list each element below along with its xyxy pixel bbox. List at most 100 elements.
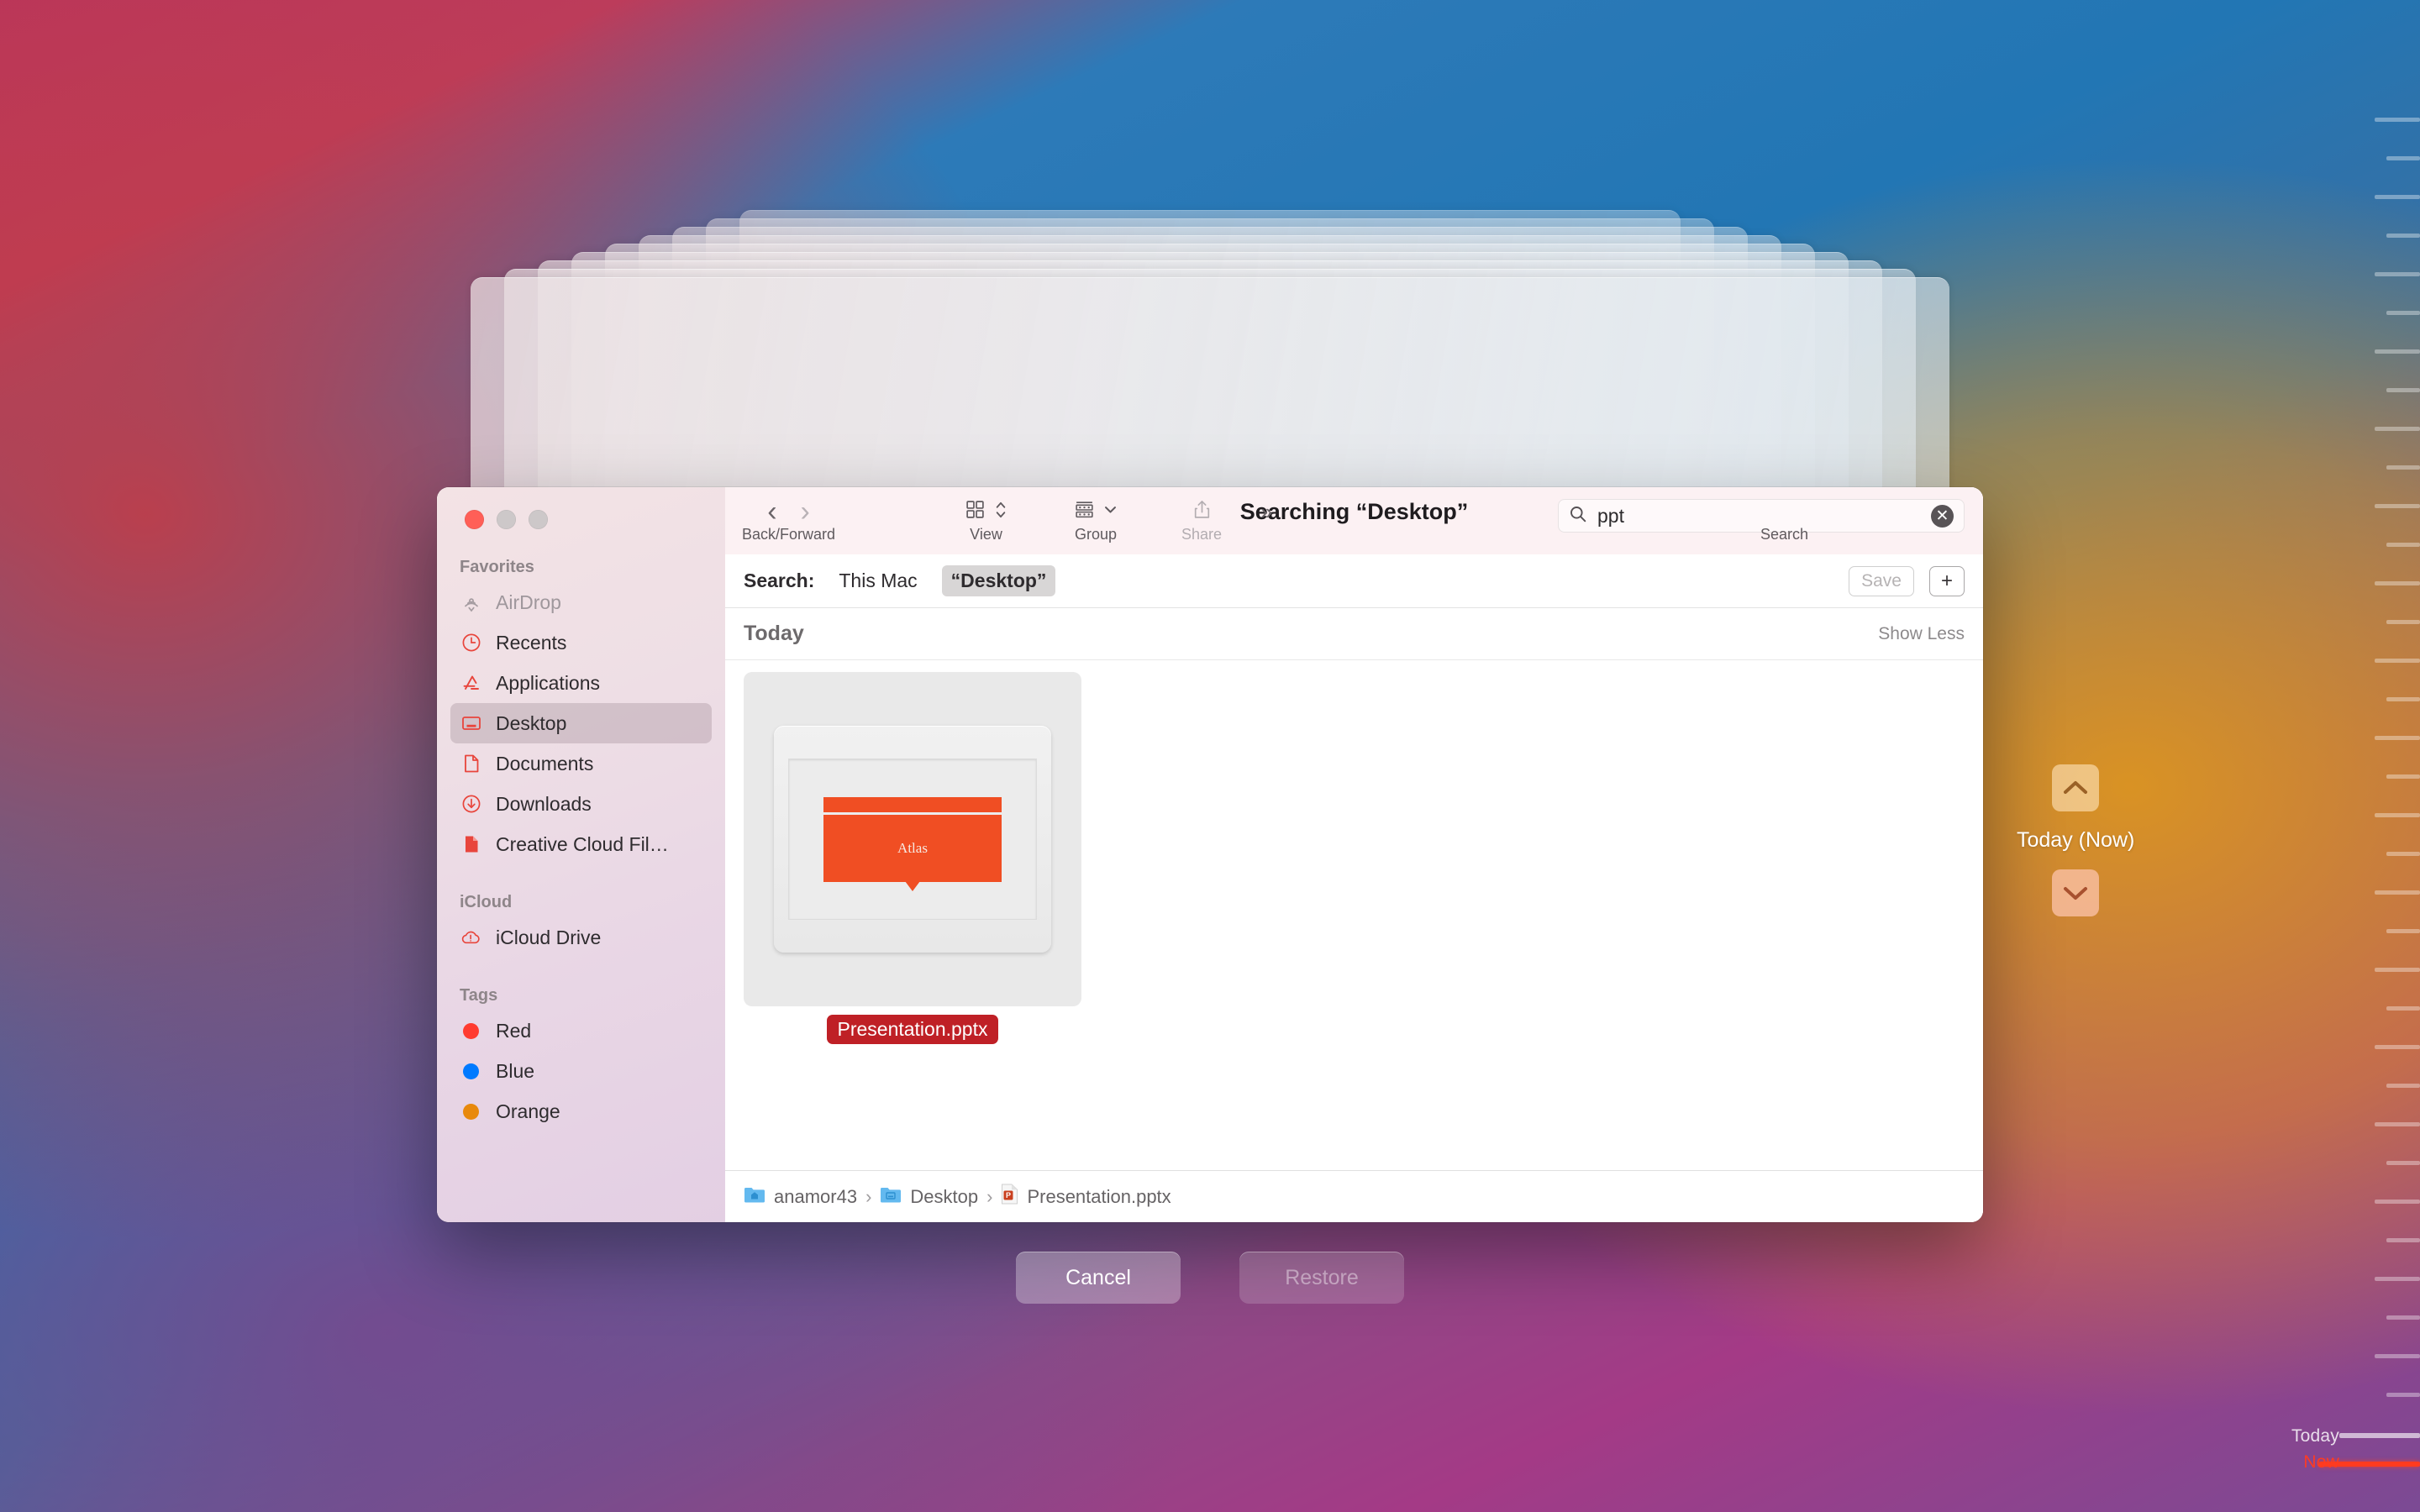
- scope-option-this-mac[interactable]: This Mac: [829, 565, 926, 596]
- search-icon: [1569, 505, 1587, 528]
- scope-option-desktop[interactable]: “Desktop”: [941, 565, 1056, 596]
- timeline-tick[interactable]: [2386, 465, 2420, 470]
- breadcrumb-desktop[interactable]: Desktop: [880, 1185, 978, 1209]
- timeline-tick[interactable]: [2386, 1393, 2420, 1397]
- timeline-tick[interactable]: [2386, 1006, 2420, 1011]
- tag-dot-icon: [460, 1100, 482, 1123]
- timeline-tick[interactable]: [2375, 427, 2420, 431]
- search-input[interactable]: ppt: [1597, 505, 1921, 528]
- timeline-tick[interactable]: [2375, 1045, 2420, 1049]
- timeline-today-tick[interactable]: [2339, 1433, 2420, 1438]
- clear-search-icon[interactable]: ✕: [1931, 504, 1954, 528]
- view-group[interactable]: View: [965, 495, 1007, 543]
- timeline-today-label: Today: [2291, 1426, 2339, 1446]
- timeline-tick[interactable]: [2386, 388, 2420, 392]
- timeline-tick[interactable]: [2375, 736, 2420, 740]
- file-thumbnail[interactable]: Atlas: [744, 672, 1081, 1006]
- sidebar-item-label: iCloud Drive: [496, 926, 602, 948]
- breadcrumb-file[interactable]: P Presentation.pptx: [1001, 1184, 1171, 1210]
- timeline-tick[interactable]: [2375, 968, 2420, 972]
- timeline-tick[interactable]: [2375, 581, 2420, 585]
- window-controls[interactable]: [437, 499, 725, 529]
- finder-window: Favorites AirDrop Recents Applications Deskt…: [437, 487, 1983, 1222]
- restore-button[interactable]: Restore: [1239, 1252, 1404, 1304]
- pptx-slide-graphic: Atlas: [823, 796, 1002, 891]
- clock-icon: [460, 632, 482, 654]
- timeline-tick[interactable]: [2386, 852, 2420, 856]
- sidebar-item-label: Desktop: [496, 711, 567, 734]
- timeline-tick[interactable]: [2375, 813, 2420, 817]
- minimize-button[interactable]: [497, 510, 516, 529]
- file-grid: Atlas Presentation.pptx: [725, 660, 1983, 1170]
- timeline-tick[interactable]: [2386, 929, 2420, 933]
- airdrop-icon: [460, 591, 482, 614]
- timeline-tick[interactable]: [2375, 504, 2420, 508]
- sidebar-item-icloud-drive[interactable]: iCloud Drive: [450, 917, 712, 958]
- share-icon: [1192, 499, 1213, 524]
- group-group[interactable]: Group: [1074, 495, 1118, 543]
- file-item[interactable]: Atlas Presentation.pptx: [744, 672, 1081, 1044]
- restore-actions: Cancel Restore: [0, 1252, 2420, 1304]
- timeline-tick[interactable]: [2375, 1200, 2420, 1204]
- sidebar-item-documents[interactable]: Documents: [450, 743, 712, 784]
- sidebar-item-downloads[interactable]: Downloads: [450, 784, 712, 824]
- document-icon: [460, 753, 482, 775]
- timeline-tick[interactable]: [2386, 156, 2420, 160]
- sidebar-item-label: Orange: [496, 1100, 560, 1122]
- sidebar-item-creative-cloud-fil[interactable]: Creative Cloud Fil…: [450, 824, 712, 864]
- more-chevrons-icon[interactable]: »: [1260, 499, 1272, 525]
- timeline-tick[interactable]: [2386, 1315, 2420, 1320]
- close-button[interactable]: [465, 510, 484, 529]
- timeline-tick[interactable]: [2375, 349, 2420, 354]
- maximize-button[interactable]: [529, 510, 548, 529]
- breadcrumb-home[interactable]: anamor43: [744, 1185, 857, 1209]
- sidebar-section-title: Tags: [460, 986, 498, 1005]
- chevron-down-icon[interactable]: [2052, 869, 2100, 916]
- forward-button[interactable]: ›: [793, 497, 818, 526]
- timeline-tick[interactable]: [2386, 620, 2420, 624]
- sidebar-item-desktop[interactable]: Desktop: [450, 703, 712, 743]
- search-scope-bar: Search: This Mac “Desktop” Save +: [725, 554, 1983, 608]
- timeline-tick[interactable]: [2386, 1084, 2420, 1088]
- sidebar-section-title: iCloud: [460, 893, 513, 911]
- timeline-tick[interactable]: [2375, 659, 2420, 663]
- sidebar-item-orange[interactable]: Orange: [450, 1091, 712, 1131]
- toolbar: ‹ › Back/Forward Searching “Desktop” Vie…: [725, 487, 1983, 554]
- show-less-button[interactable]: Show Less: [1878, 624, 1965, 644]
- file-name-label[interactable]: Presentation.pptx: [827, 1015, 998, 1044]
- timeline-tick[interactable]: [2386, 311, 2420, 315]
- sidebar-item-label: Creative Cloud Fil…: [496, 832, 669, 855]
- add-filter-button[interactable]: +: [1928, 565, 1965, 596]
- timeline-tick[interactable]: [2375, 118, 2420, 122]
- timeline-tick[interactable]: [2386, 697, 2420, 701]
- sidebar-item-airdrop[interactable]: AirDrop: [450, 582, 712, 622]
- timeline-tick[interactable]: [2386, 1238, 2420, 1242]
- timeline-tick[interactable]: [2375, 195, 2420, 199]
- grid-view-icon[interactable]: [965, 499, 986, 524]
- timeline-tick[interactable]: [2386, 234, 2420, 238]
- cancel-button[interactable]: Cancel: [1016, 1252, 1181, 1304]
- pptx-preview-canvas: Atlas: [788, 759, 1037, 920]
- search-caption: Search: [1760, 526, 1808, 543]
- sort-updown-icon[interactable]: [994, 499, 1007, 525]
- more-toolbar-group[interactable]: »: [1260, 495, 1272, 528]
- sidebar-item-red[interactable]: Red: [450, 1011, 712, 1051]
- timeline-tick[interactable]: [2386, 774, 2420, 779]
- chevron-up-icon[interactable]: [2052, 764, 2100, 811]
- timeline-tick[interactable]: [2375, 1354, 2420, 1358]
- save-search-button[interactable]: Save: [1849, 565, 1914, 596]
- timeline-tick[interactable]: [2375, 1122, 2420, 1126]
- sidebar-item-applications[interactable]: Applications: [450, 663, 712, 703]
- group-by-icon[interactable]: [1074, 499, 1095, 524]
- chevron-down-icon[interactable]: [1103, 502, 1118, 521]
- folder-home-icon: [744, 1185, 765, 1209]
- breadcrumb-label: anamor43: [774, 1185, 858, 1207]
- sidebar-item-recents[interactable]: Recents: [450, 622, 712, 663]
- timeline-tick[interactable]: [2386, 1161, 2420, 1165]
- search-scope-label: Search:: [744, 570, 815, 591]
- back-button[interactable]: ‹: [760, 497, 784, 526]
- timeline-tick[interactable]: [2375, 272, 2420, 276]
- timeline-tick[interactable]: [2386, 543, 2420, 547]
- sidebar-item-blue[interactable]: Blue: [450, 1051, 712, 1091]
- timeline-tick[interactable]: [2375, 890, 2420, 895]
